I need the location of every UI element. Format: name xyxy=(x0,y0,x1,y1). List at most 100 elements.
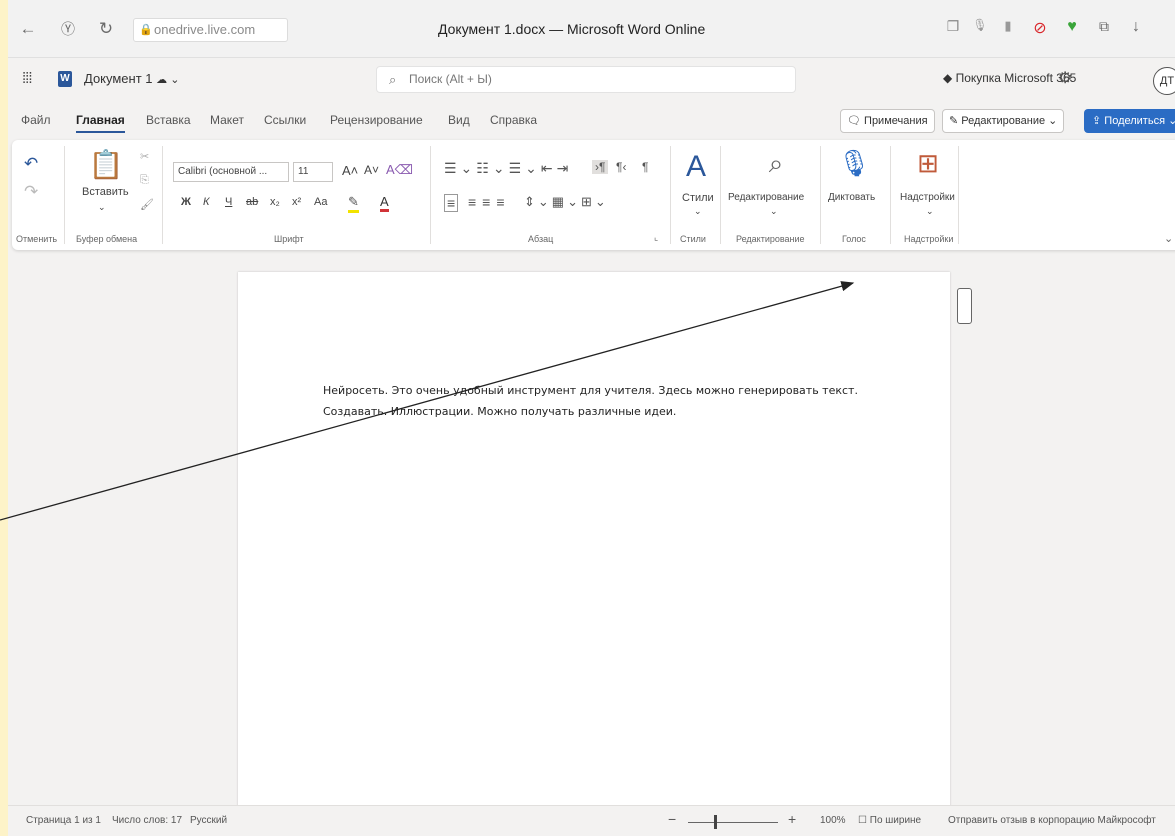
rtl-icon[interactable]: ¶‹ xyxy=(616,160,626,174)
divider xyxy=(958,146,959,244)
addins-button[interactable]: Надстройки xyxy=(900,192,955,203)
styles-button[interactable]: Стили xyxy=(682,192,714,204)
editing-mode-button[interactable]: ✎ Редактирование ⌄ xyxy=(942,109,1065,133)
chevron-down-icon[interactable]: ⌄ xyxy=(98,202,106,213)
mic-icon[interactable]: 🎙 xyxy=(970,18,990,32)
italic-button[interactable]: К xyxy=(203,196,209,208)
font-size-dropdown[interactable]: 11 xyxy=(293,162,333,182)
bold-button[interactable]: Ж xyxy=(181,196,191,208)
divider xyxy=(64,146,65,244)
app-launcher-icon[interactable]: ⁞⁞⁞ xyxy=(22,70,32,87)
search-icon: ⌕ xyxy=(389,72,397,87)
grow-font-icon[interactable]: A˄ xyxy=(342,163,358,178)
feedback-link[interactable]: Отправить отзыв в корпорацию Майкрософт xyxy=(948,815,1156,826)
redo-icon[interactable]: ↷ xyxy=(24,182,38,202)
page-width-icon: ☐ xyxy=(858,815,867,826)
adblock-icon[interactable]: ⊘ xyxy=(1030,18,1050,38)
group-label-font: Шрифт xyxy=(274,234,304,244)
tab-view[interactable]: Вид xyxy=(448,113,470,127)
paste-button[interactable]: Вставить xyxy=(82,186,129,198)
yandex-icon[interactable]: Ⓨ xyxy=(58,19,78,39)
page-count: Страница 1 из 1 xyxy=(26,815,101,826)
tab-home[interactable]: Главная xyxy=(76,113,125,133)
strikethrough-button[interactable]: ab xyxy=(246,196,258,208)
ribbon: ↶ ↷ Отменить 📋 Вставить ⌄ ✂ ⎘ 🖌 Буфер об… xyxy=(12,140,1175,250)
align-buttons-icon[interactable]: ≡≡≡ xyxy=(468,194,511,210)
divider xyxy=(162,146,163,244)
align-left-icon[interactable]: ≡ xyxy=(444,194,459,212)
back-icon[interactable]: ← xyxy=(18,19,38,39)
comments-button[interactable]: 🗨 Примечания xyxy=(840,109,935,133)
cut-icon[interactable]: ✂ xyxy=(140,150,149,163)
chevron-down-icon[interactable]: ⌄ xyxy=(770,206,778,217)
word-logo-icon[interactable]: W xyxy=(58,71,72,87)
change-case-button[interactable]: Aa xyxy=(314,196,327,208)
tab-help[interactable]: Справка xyxy=(490,113,537,127)
editing-button[interactable]: Редактирование xyxy=(728,192,804,203)
tab-file[interactable]: Файл xyxy=(21,113,51,127)
font-name-dropdown[interactable]: Calibri (основной ... xyxy=(173,162,289,182)
zoom-level[interactable]: 100% xyxy=(820,815,846,826)
fit-width-button[interactable]: ☐ По ширине xyxy=(858,815,921,826)
dialog-launcher-icon[interactable]: ⌞ xyxy=(654,232,658,243)
copy-icon[interactable]: ⎘ xyxy=(140,174,149,187)
paragraph-line[interactable]: Нейросеть. Это очень удобный инструмент … xyxy=(323,380,883,401)
show-marks-icon[interactable]: ¶ xyxy=(642,160,648,174)
avatar[interactable]: ДТ xyxy=(1153,67,1175,95)
group-label-undo: Отменить xyxy=(16,234,58,244)
chevron-down-icon: ⌄ xyxy=(1168,115,1175,127)
styles-icon[interactable]: A xyxy=(676,150,716,184)
clear-formatting-icon[interactable]: A⌫ xyxy=(386,162,413,178)
microphone-icon[interactable]: 🎙 xyxy=(834,148,874,179)
reload-icon[interactable]: ↻ xyxy=(96,19,116,39)
tab-review[interactable]: Рецензирование xyxy=(330,113,423,127)
document-page[interactable]: Нейросеть. Это очень удобный инструмент … xyxy=(238,272,950,812)
language[interactable]: Русский xyxy=(190,815,227,826)
app-window: ← Ⓨ ↻ 🔒 onedrive.live.com Документ 1.doc… xyxy=(8,0,1175,836)
tab-icon[interactable]: ❐ xyxy=(943,18,963,35)
office-header: ⁞⁞⁞ W Документ 1 ☁ ⌄ ⌕ Поиск (Alt + Ы) ◆… xyxy=(8,58,1175,102)
zoom-in-button[interactable]: + xyxy=(788,811,796,827)
zoom-out-button[interactable]: − xyxy=(668,811,676,827)
url-bar[interactable]: 🔒 onedrive.live.com xyxy=(133,18,288,42)
tab-insert[interactable]: Вставка xyxy=(146,113,191,127)
superscript-button[interactable]: x² xyxy=(292,196,301,208)
highlight-icon[interactable]: ✎ xyxy=(348,194,359,213)
collections-icon[interactable]: ⧉ xyxy=(1094,18,1114,35)
tab-references[interactable]: Ссылки xyxy=(264,113,306,127)
list-buttons-icon[interactable]: ☰⌄☷⌄☰⌄⇤⇥ xyxy=(444,160,572,177)
addins-icon[interactable]: ⊞ xyxy=(908,148,948,179)
zoom-slider[interactable] xyxy=(688,822,778,823)
chevron-down-icon[interactable]: ⌄ xyxy=(926,206,934,217)
zoom-slider-thumb[interactable] xyxy=(714,815,717,829)
font-color-icon[interactable]: A xyxy=(380,194,389,212)
undo-icon[interactable]: ↶ xyxy=(24,154,38,174)
subscript-button[interactable]: x₂ xyxy=(270,196,280,208)
download-icon[interactable]: ↓ xyxy=(1126,18,1146,36)
comment-marker[interactable] xyxy=(957,288,972,324)
search-input[interactable]: ⌕ Поиск (Alt + Ы) xyxy=(376,66,796,93)
tab-layout[interactable]: Макет xyxy=(210,113,244,127)
gear-icon[interactable]: ⚙ xyxy=(1058,68,1072,88)
ltr-icon[interactable]: ›¶ xyxy=(592,160,609,174)
paragraph-line[interactable]: Создавать. Иллюстрации. Можно получать р… xyxy=(323,401,883,422)
spacing-shading-borders-icon[interactable]: ⇕⌄▦⌄⊞⌄ xyxy=(524,194,609,210)
expand-ribbon-icon[interactable]: ⌄ xyxy=(1164,232,1173,245)
dictate-button[interactable]: Диктовать xyxy=(828,192,875,203)
bookmark-icon[interactable]: ▮ xyxy=(998,18,1018,34)
share-button[interactable]: ⇪ Поделиться ⌄ xyxy=(1084,109,1175,133)
clipboard-icon[interactable]: 📋 xyxy=(86,148,126,181)
chevron-down-icon[interactable]: ⌄ xyxy=(694,206,702,217)
underline-button[interactable]: Ч xyxy=(225,196,232,208)
format-painter-icon[interactable]: 🖌 xyxy=(140,198,154,211)
browser-bar: ← Ⓨ ↻ 🔒 onedrive.live.com Документ 1.doc… xyxy=(8,0,1175,58)
group-label-voice: Голос xyxy=(842,234,866,244)
buy-microsoft-365-link[interactable]: ◆ Покупка Microsoft 365 xyxy=(943,71,1076,85)
shrink-font-icon[interactable]: A˅ xyxy=(364,163,379,177)
group-label-clipboard: Буфер обмена xyxy=(76,234,138,244)
document-name[interactable]: Документ 1 ☁ ⌄ xyxy=(84,71,179,86)
word-count[interactable]: Число слов: 17 xyxy=(112,815,182,826)
search-icon[interactable]: ⌕ xyxy=(756,148,796,180)
extension-icon[interactable]: ♥ xyxy=(1062,18,1082,36)
document-body[interactable]: Нейросеть. Это очень удобный инструмент … xyxy=(323,380,883,422)
